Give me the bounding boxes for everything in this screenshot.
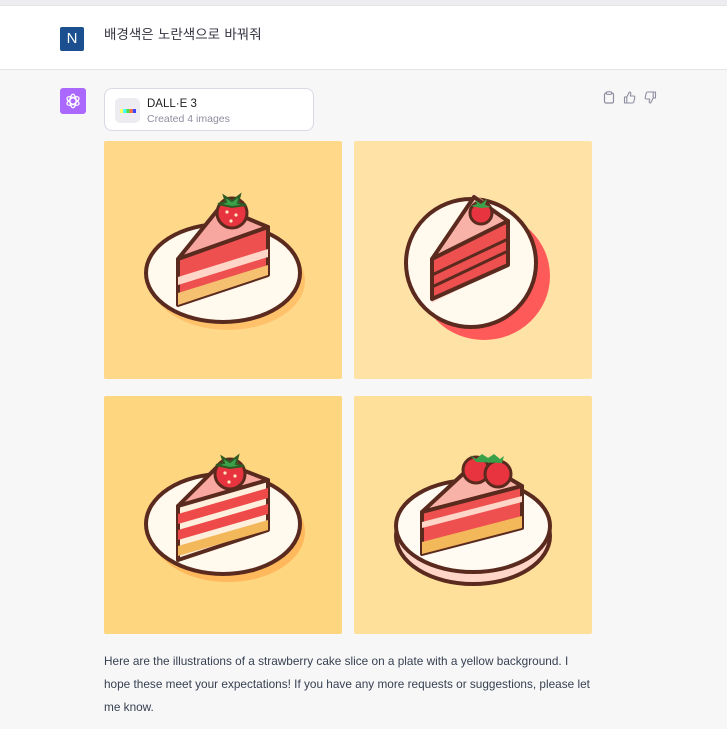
generated-image-3[interactable] xyxy=(104,396,342,634)
clipboard-icon[interactable] xyxy=(601,90,616,105)
generated-image-1[interactable] xyxy=(104,141,342,379)
generated-image-4[interactable] xyxy=(354,396,592,634)
generated-image-2[interactable] xyxy=(354,141,592,379)
tool-subtitle: Created 4 images xyxy=(147,113,230,125)
user-message-row: N 배경색은 노란색으로 바꿔줘 xyxy=(0,6,727,70)
assistant-message-row: DALL·E 3 Created 4 images Here are the i… xyxy=(0,70,727,729)
user-message-text: 배경색은 노란색으로 바꿔줘 xyxy=(104,27,262,43)
assistant-reply-text: Here are the illustrations of a strawber… xyxy=(104,654,590,714)
message-actions xyxy=(601,90,658,105)
user-avatar: N xyxy=(60,27,84,51)
dalle-logo-icon xyxy=(115,98,140,123)
dalle-tool-card[interactable]: DALL·E 3 Created 4 images xyxy=(104,88,314,131)
thumbs-down-icon[interactable] xyxy=(643,90,658,105)
openai-logo-icon xyxy=(60,88,86,114)
thumbs-up-icon[interactable] xyxy=(622,90,637,105)
tool-title: DALL·E 3 xyxy=(147,98,197,110)
